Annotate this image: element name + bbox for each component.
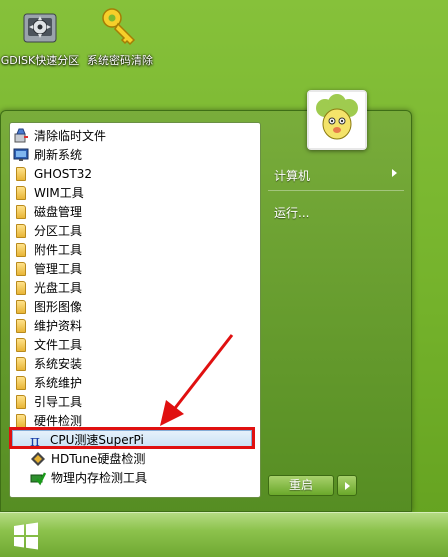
restart-button[interactable]: 重启	[268, 475, 334, 496]
windows-logo-icon	[14, 522, 38, 550]
computer-item[interactable]: 计算机	[274, 167, 310, 184]
start-button[interactable]	[4, 517, 48, 555]
user-avatar[interactable]	[307, 90, 367, 150]
annotation-arrow	[160, 334, 234, 426]
chevron-right-icon	[392, 169, 397, 177]
run-item[interactable]: 运行...	[274, 204, 309, 221]
taskbar	[0, 512, 448, 557]
shutdown-options-button[interactable]	[337, 475, 357, 496]
divider	[268, 190, 404, 191]
